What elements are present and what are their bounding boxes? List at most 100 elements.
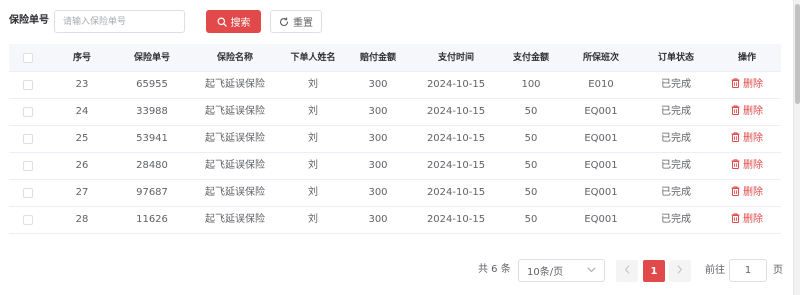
cell-flight: EQ001 <box>584 106 618 117</box>
cell-pay-time: 2024-10-15 <box>426 106 486 117</box>
row-select-cell[interactable] <box>9 161 47 171</box>
delete-button[interactable]: 删除 <box>731 185 763 201</box>
cell-pay-amount: 100 <box>521 79 541 90</box>
delete-label: 删除 <box>743 160 763 171</box>
goto-page-unit: 页 <box>773 265 783 276</box>
row-select-cell[interactable] <box>9 107 47 117</box>
row-checkbox[interactable] <box>23 80 33 90</box>
column-header-pay-time: 支付时间 <box>437 52 474 63</box>
delete-button[interactable]: 删除 <box>731 158 763 174</box>
trash-icon <box>731 104 740 120</box>
cell-buyer-name: 刘 <box>308 79 318 90</box>
cell-pay-amount: 50 <box>524 214 538 225</box>
delete-label: 删除 <box>743 187 763 198</box>
trash-icon <box>731 131 740 147</box>
page-number-current[interactable]: 1 <box>643 260 665 282</box>
cell-actions: 删除 <box>713 77 781 93</box>
cell-actions: 删除 <box>713 131 781 147</box>
cell-pay-time: 2024-10-15 <box>426 214 486 225</box>
cell-pay-amount: 50 <box>524 106 538 117</box>
cell-status: 已完成 <box>661 214 691 225</box>
table-row: 26 28480 起飞延误保险 刘 300 2024-10-15 50 EQ00… <box>9 153 781 180</box>
row-select-cell[interactable] <box>9 215 47 225</box>
row-select-cell[interactable] <box>9 188 47 198</box>
trash-icon <box>731 185 740 201</box>
reset-button-label: 重置 <box>293 18 313 29</box>
delete-button[interactable]: 删除 <box>731 77 763 93</box>
search-input[interactable] <box>54 10 185 33</box>
cell-claim-amount: 300 <box>368 187 388 198</box>
cell-buyer-name: 刘 <box>308 106 318 117</box>
delete-button[interactable]: 删除 <box>731 104 763 120</box>
table-body: 23 65955 起飞延误保险 刘 300 2024-10-15 100 E01… <box>9 72 781 234</box>
cell-policy-no: 28480 <box>136 160 168 171</box>
cell-flight: EQ001 <box>584 160 618 171</box>
cell-policy-no: 65955 <box>136 79 168 90</box>
cell-status: 已完成 <box>661 160 691 171</box>
delete-label: 删除 <box>743 214 763 225</box>
delete-label: 删除 <box>743 133 763 144</box>
column-header-buyer-name: 下单人姓名 <box>290 52 336 63</box>
trash-icon <box>731 212 740 228</box>
select-all-cell[interactable] <box>9 52 47 63</box>
row-checkbox[interactable] <box>23 215 33 225</box>
column-header-pay-amount: 支付金额 <box>512 52 549 63</box>
column-header-status: 订单状态 <box>657 52 694 63</box>
row-select-cell[interactable] <box>9 80 47 90</box>
cell-buyer-name: 刘 <box>308 214 318 225</box>
select-all-checkbox[interactable] <box>23 52 33 63</box>
cell-index: 28 <box>75 214 89 225</box>
cell-actions: 删除 <box>713 212 781 228</box>
cell-actions: 删除 <box>713 104 781 120</box>
delete-button[interactable]: 删除 <box>731 131 763 147</box>
search-label: 保险单号 <box>9 15 49 26</box>
orders-table: 序号 保险单号 保险名称 下单人姓名 赔付金额 支付时间 支付金额 所保班次 订… <box>9 44 781 234</box>
cell-buyer-name: 刘 <box>308 133 318 144</box>
cell-policy-name: 起飞延误保险 <box>205 160 265 171</box>
pagination-total: 共 6 条 <box>478 264 511 275</box>
cell-policy-name: 起飞延误保险 <box>205 79 265 90</box>
cell-actions: 删除 <box>713 158 781 174</box>
scrollbar-thumb[interactable] <box>795 4 800 104</box>
column-header-index: 序号 <box>72 52 91 63</box>
row-checkbox[interactable] <box>23 188 33 198</box>
cell-flight: E010 <box>588 79 614 90</box>
page-size-select[interactable]: 10条/页 <box>518 259 605 282</box>
column-header-policy-name: 保险名称 <box>216 52 253 63</box>
cell-pay-time: 2024-10-15 <box>426 79 486 90</box>
trash-icon <box>731 158 740 174</box>
delete-button[interactable]: 删除 <box>731 212 763 228</box>
row-checkbox[interactable] <box>23 107 33 117</box>
trash-icon <box>731 77 740 93</box>
search-button[interactable]: 搜索 <box>206 10 261 33</box>
cell-index: 26 <box>75 160 89 171</box>
cell-flight: EQ001 <box>584 214 618 225</box>
reset-button[interactable]: 重置 <box>270 10 322 33</box>
next-page-button[interactable] <box>669 260 691 282</box>
row-select-cell[interactable] <box>9 134 47 144</box>
refresh-icon <box>279 16 289 27</box>
cell-claim-amount: 300 <box>368 214 388 225</box>
row-checkbox[interactable] <box>23 161 33 171</box>
cell-policy-no: 53941 <box>136 133 168 144</box>
search-icon <box>217 17 227 27</box>
prev-page-button[interactable] <box>616 260 638 282</box>
row-checkbox[interactable] <box>23 134 33 144</box>
page-scrollbar[interactable] <box>793 0 800 295</box>
cell-policy-no: 97687 <box>136 187 168 198</box>
goto-page-input[interactable] <box>729 259 767 282</box>
cell-flight: EQ001 <box>584 187 618 198</box>
cell-policy-no: 33988 <box>136 106 168 117</box>
cell-claim-amount: 300 <box>368 160 388 171</box>
cell-buyer-name: 刘 <box>308 160 318 171</box>
chevron-right-icon <box>677 265 683 277</box>
cell-index: 27 <box>75 187 89 198</box>
cell-pay-time: 2024-10-15 <box>426 160 486 171</box>
cell-pay-amount: 50 <box>524 133 538 144</box>
column-header-claim-amount: 赔付金额 <box>359 52 396 63</box>
cell-pay-time: 2024-10-15 <box>426 187 486 198</box>
cell-index: 23 <box>75 79 89 90</box>
cell-claim-amount: 300 <box>368 133 388 144</box>
table-row: 25 53941 起飞延误保险 刘 300 2024-10-15 50 EQ00… <box>9 126 781 153</box>
cell-status: 已完成 <box>661 133 691 144</box>
